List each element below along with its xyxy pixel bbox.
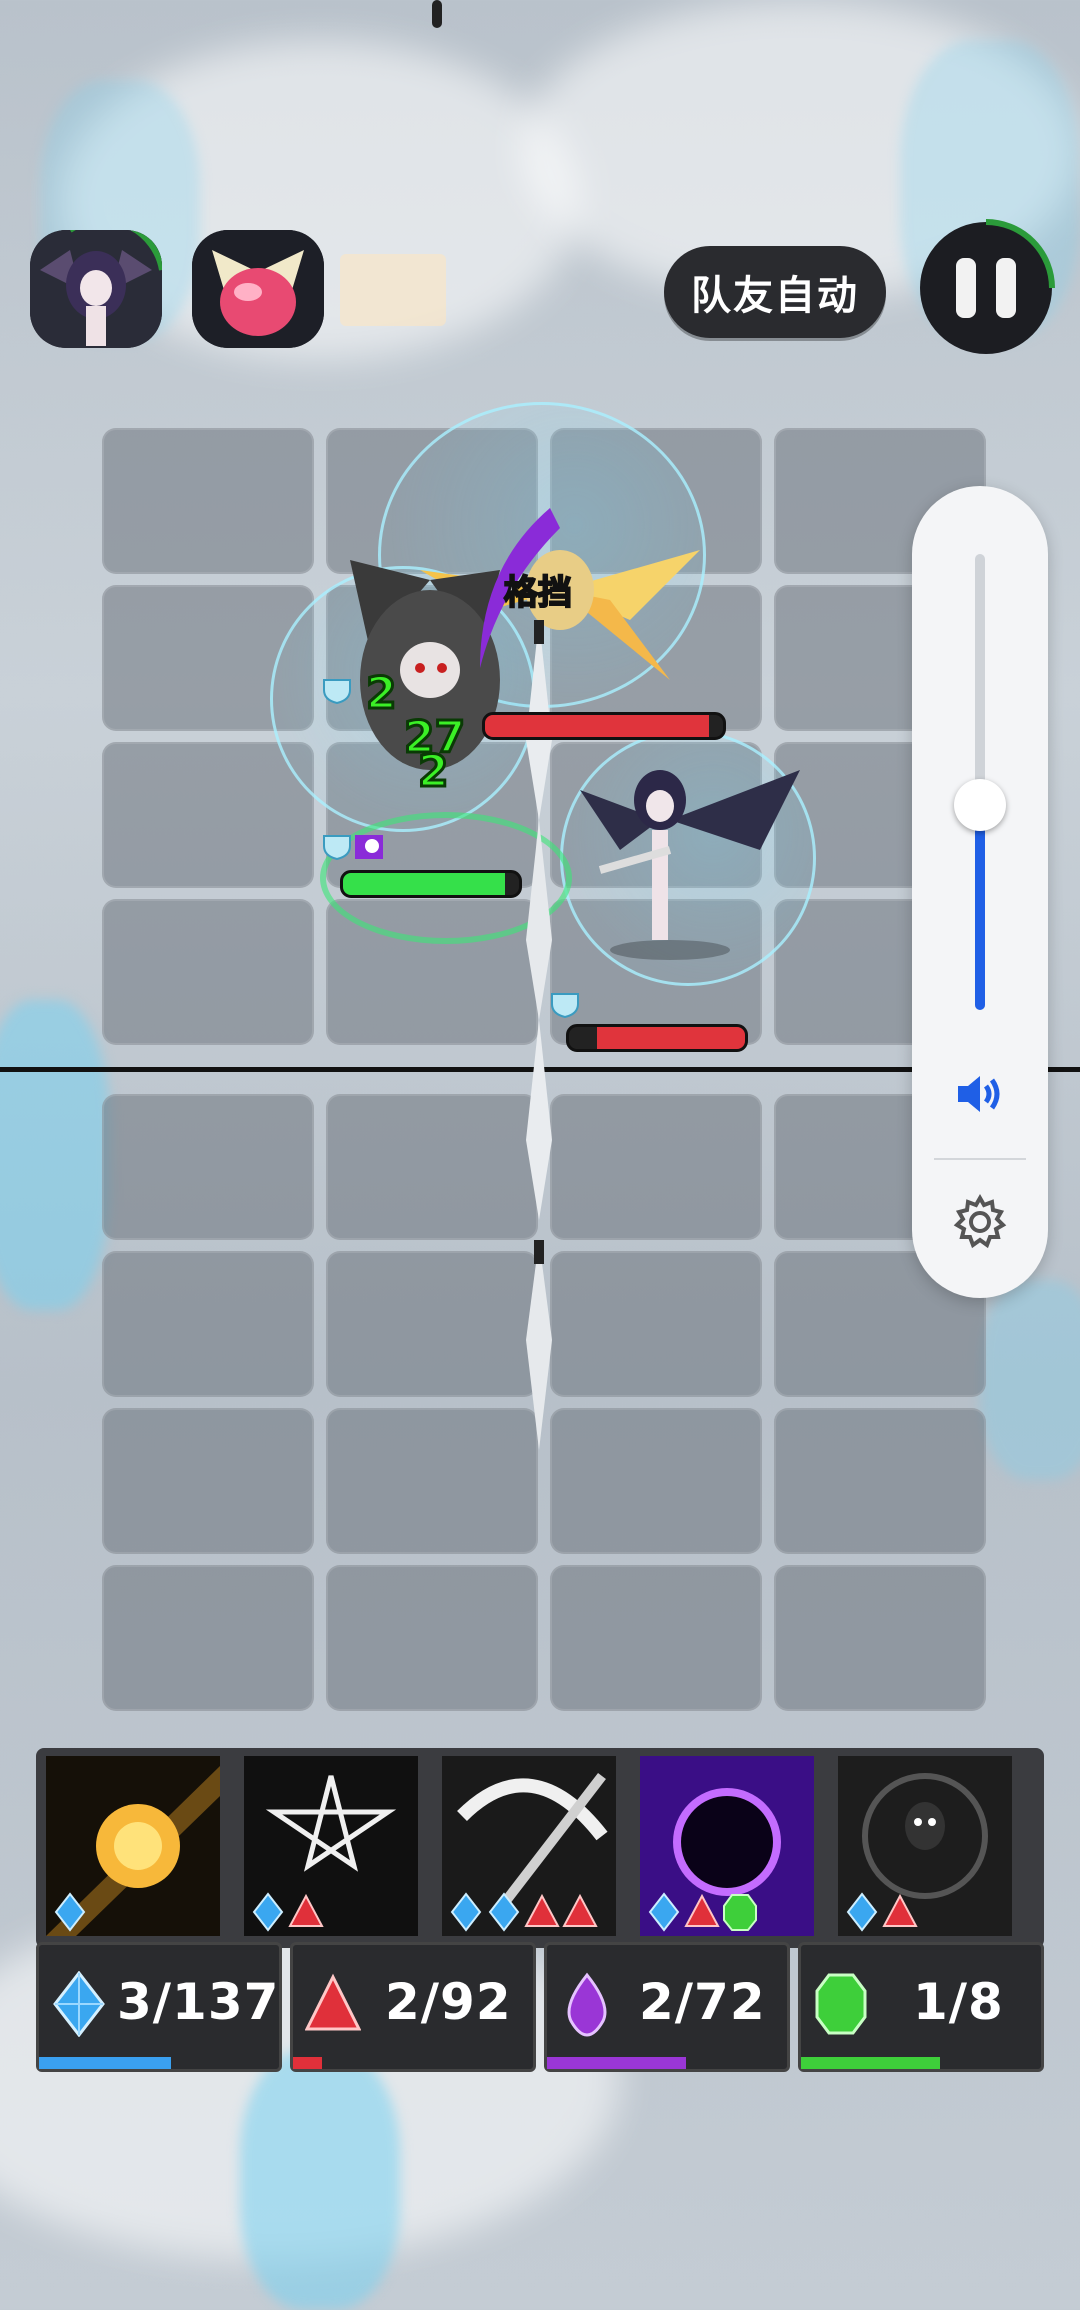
ally-health-bar [340, 870, 522, 898]
resource-progress [293, 2057, 322, 2069]
volume-slider-knob[interactable] [954, 778, 1006, 831]
green-gem-icon [723, 1894, 757, 1931]
blue-gem-icon [846, 1892, 878, 1932]
grid-cell[interactable] [326, 1094, 538, 1240]
skill-cost [448, 1892, 598, 1932]
resource-red: 2/92 [290, 1942, 536, 2072]
enemy-health-bar [482, 712, 726, 740]
red-crystal-icon [305, 1973, 361, 2031]
shield-status-icon [551, 993, 579, 1018]
damage-number: 2 [365, 667, 399, 721]
shadow-demon-skill[interactable] [838, 1756, 1012, 1936]
skill-cost [52, 1892, 88, 1932]
resource-value: 3/137 [117, 1973, 280, 2031]
succubus-ally[interactable] [560, 760, 810, 960]
skill-cost [250, 1892, 324, 1932]
shield-status-icon [323, 835, 351, 860]
blue-gem-icon [488, 1892, 520, 1932]
blue-gem-icon [252, 1892, 284, 1932]
enemy-portrait[interactable] [192, 230, 324, 348]
blue-gem-icon [450, 1892, 482, 1932]
grid-cell[interactable] [774, 1565, 986, 1711]
resource-value: 1/8 [913, 1973, 1004, 2031]
red-gem-icon [562, 1893, 598, 1927]
volume-level-fill [975, 804, 985, 1010]
grid-cell[interactable] [102, 1251, 314, 1397]
resource-value: 2/92 [385, 1973, 512, 2031]
grid-cell[interactable] [550, 1094, 762, 1240]
ally-health-bar [566, 1024, 748, 1052]
divider [934, 1158, 1026, 1160]
volume-panel [912, 486, 1048, 1298]
grid-cell[interactable] [102, 1408, 314, 1554]
resource-progress [39, 2057, 171, 2069]
gear-icon[interactable] [950, 1192, 1010, 1252]
grid-cell[interactable] [102, 1565, 314, 1711]
grid-cell[interactable] [774, 1408, 986, 1554]
pentagram-skill[interactable] [244, 1756, 418, 1936]
resource-green: 1/8 [798, 1942, 1044, 2072]
blue-crystal-icon [53, 1971, 105, 2037]
speaker-icon[interactable] [952, 1066, 1008, 1122]
green-crystal-icon [815, 1973, 867, 2035]
dark-buff-icon [355, 835, 383, 859]
skill-cost [844, 1892, 918, 1932]
resource-bar: 3/137 2/92 2/72 1/8 [36, 1942, 1044, 2074]
team-auto-button[interactable]: 队友自动 [664, 246, 886, 338]
red-gem-icon [882, 1893, 918, 1927]
buff-slot [340, 254, 446, 326]
resource-progress [801, 2057, 941, 2069]
grid-cell[interactable] [550, 1251, 762, 1397]
resource-blue: 3/137 [36, 1942, 282, 2072]
red-gem-icon [288, 1893, 324, 1927]
grid-cell[interactable] [102, 899, 314, 1045]
falling-sword-strike [524, 620, 554, 1450]
grid-cell[interactable] [326, 1565, 538, 1711]
dark-eclipse-skill[interactable] [640, 1756, 814, 1936]
resource-purple: 2/72 [544, 1942, 790, 2072]
resource-value: 2/72 [639, 1973, 766, 2031]
resource-progress [547, 2057, 687, 2069]
red-gem-icon [684, 1893, 720, 1927]
grid-cell[interactable] [326, 1251, 538, 1397]
grid-cell[interactable] [550, 1408, 762, 1554]
blue-gem-icon [648, 1892, 680, 1932]
grid-cell[interactable] [326, 1408, 538, 1554]
purple-crystal-icon [567, 1972, 607, 2037]
grid-cell[interactable] [102, 1094, 314, 1240]
block-indicator: 格挡 [503, 572, 573, 614]
shield-status-icon [323, 679, 351, 704]
sun-burst-skill[interactable] [46, 1756, 220, 1936]
damage-number: 2 [417, 745, 451, 799]
red-gem-icon [524, 1893, 560, 1927]
sword-slash-skill[interactable] [442, 1756, 616, 1936]
grid-cell[interactable] [102, 742, 314, 888]
pause-button[interactable] [916, 218, 1056, 358]
grid-cell[interactable] [102, 428, 314, 574]
blue-gem-icon [54, 1892, 86, 1932]
skill-cost [646, 1892, 758, 1932]
grid-cell[interactable] [550, 1565, 762, 1711]
player-portrait[interactable] [30, 230, 162, 348]
